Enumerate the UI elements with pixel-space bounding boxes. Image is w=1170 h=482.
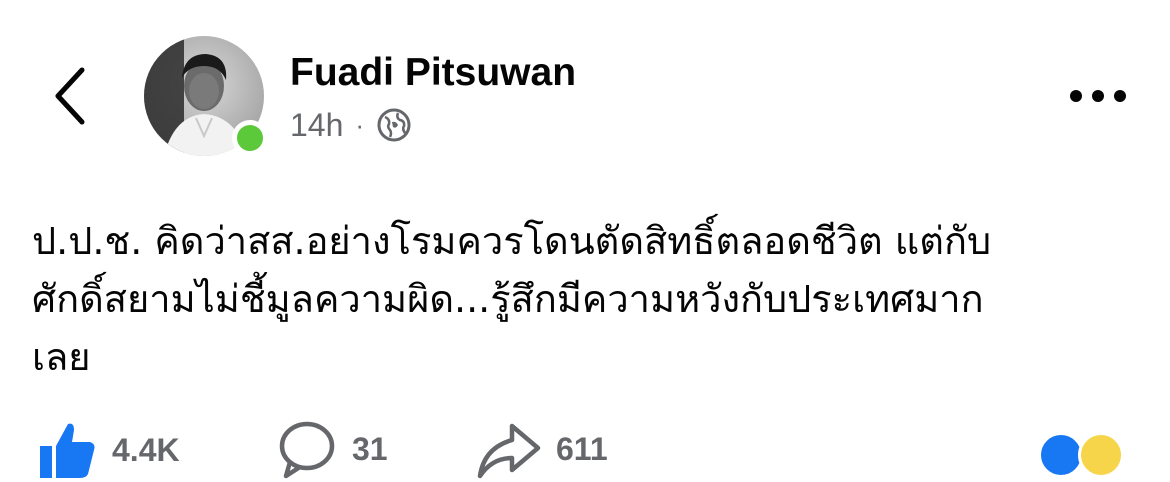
share-button[interactable]: 611 (476, 418, 608, 480)
thumbs-up-icon (40, 423, 95, 478)
post-text: ป.ป.ช. คิดว่าสส.อย่างโรมควรโดนตัดสิทธิ์ต… (32, 219, 992, 379)
like-button[interactable]: 4.4K (34, 418, 180, 482)
post-meta: 14h · (290, 103, 412, 147)
back-button[interactable] (40, 58, 100, 134)
profile-avatar-container (144, 36, 268, 156)
post-timestamp[interactable]: 14h (290, 107, 343, 144)
globe-icon[interactable] (376, 107, 412, 143)
more-options-button[interactable] (1062, 72, 1134, 120)
comment-count: 31 (352, 430, 388, 467)
haha-reaction-icon (1078, 432, 1124, 478)
share-icon (477, 423, 541, 479)
meta-separator: · (355, 109, 365, 140)
share-count: 611 (556, 430, 608, 467)
comment-button[interactable]: 31 (276, 418, 388, 480)
chevron-left-icon (55, 67, 85, 125)
comment-icon (279, 421, 335, 479)
more-horizontal-icon (1070, 90, 1126, 102)
reaction-summary[interactable] (1038, 432, 1158, 478)
like-count: 4.4K (112, 431, 180, 468)
author-name[interactable]: Fuadi Pitsuwan (290, 50, 576, 96)
online-status-indicator (232, 120, 268, 156)
post-actions: 4.4K 31 611 (0, 418, 1170, 480)
